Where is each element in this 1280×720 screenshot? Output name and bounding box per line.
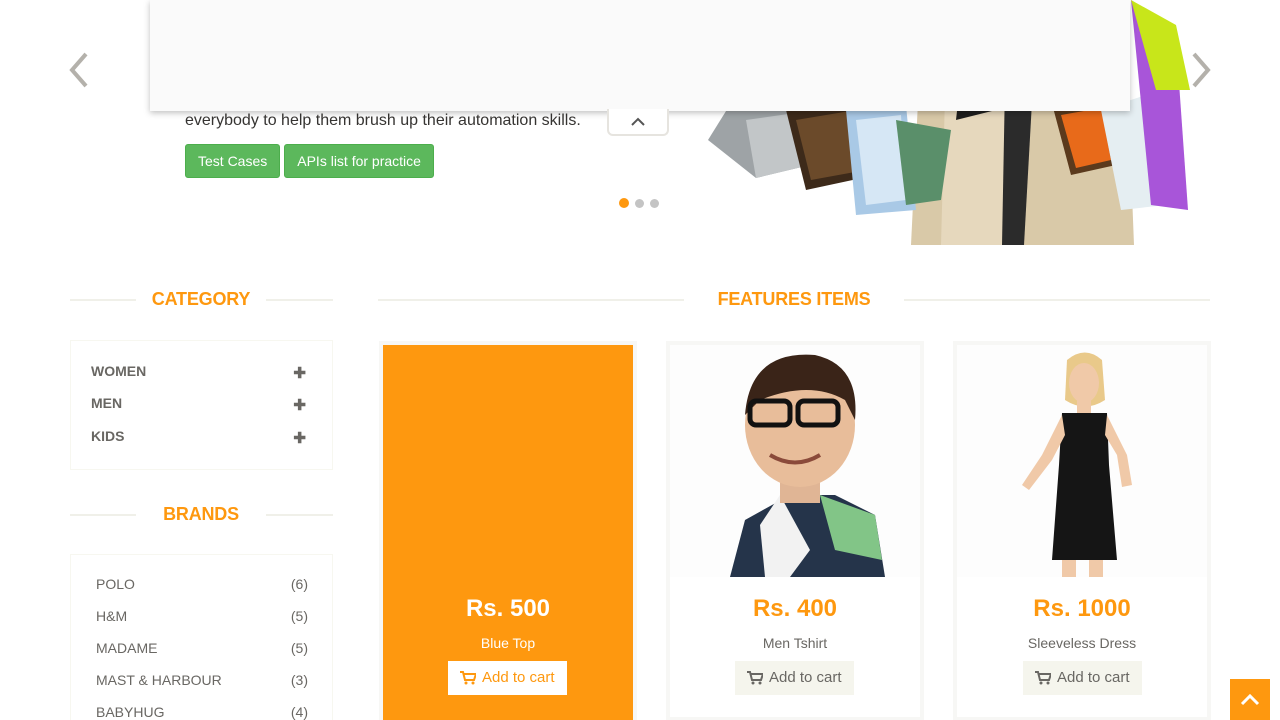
product-price: Rs. 500 bbox=[465, 595, 551, 622]
brands-panel: Polo (6) H&M (5) Madame (5) Mast & Harbo… bbox=[70, 554, 333, 720]
shopping-cart-icon bbox=[747, 671, 763, 685]
slider-indicators bbox=[619, 198, 659, 208]
plus-icon: ✚ bbox=[293, 365, 306, 382]
shopping-cart-icon bbox=[1035, 671, 1051, 685]
add-to-cart-label: Add to cart bbox=[1057, 669, 1130, 686]
scroll-up-button[interactable] bbox=[1230, 679, 1270, 720]
slider-indicator-1[interactable] bbox=[619, 198, 629, 208]
slide-description: everybody to help them brush up their au… bbox=[185, 112, 581, 129]
brands-title: Brands bbox=[163, 504, 239, 524]
product-image bbox=[957, 345, 1207, 577]
product-card[interactable]: Rs. 400 Men Tshirt Add to cart bbox=[666, 341, 924, 720]
category-panel: Women ✚ Men ✚ Kids ✚ bbox=[70, 340, 333, 470]
features-items-title: Features Items bbox=[717, 289, 871, 309]
brand-item-polo[interactable]: Polo (6) bbox=[96, 576, 308, 596]
add-to-cart-label: Add to cart bbox=[769, 669, 842, 686]
test-cases-button[interactable]: Test Cases bbox=[185, 144, 281, 178]
category-item-kids[interactable]: Kids ✚ bbox=[91, 428, 311, 448]
brand-item-hm[interactable]: H&M (5) bbox=[96, 608, 308, 628]
product-price: Rs. 400 bbox=[752, 595, 838, 622]
collapse-panel-button[interactable] bbox=[607, 109, 669, 136]
category-label: Kids bbox=[91, 428, 125, 444]
chevron-left-icon bbox=[69, 52, 88, 88]
brand-name: Madame bbox=[96, 640, 158, 656]
product-image bbox=[670, 345, 920, 577]
add-to-cart-button[interactable]: Add to cart bbox=[735, 661, 854, 695]
title-line bbox=[904, 299, 1210, 301]
title-line bbox=[266, 514, 333, 516]
category-label: Men bbox=[91, 395, 123, 411]
product-price: Rs. 1000 bbox=[1033, 595, 1131, 622]
brand-item-mast-harbour[interactable]: Mast & Harbour (3) bbox=[96, 672, 308, 692]
product-name: Men Tshirt bbox=[762, 635, 828, 651]
title-line bbox=[378, 299, 684, 301]
shopping-cart-icon bbox=[460, 671, 476, 685]
brand-count: (5) bbox=[290, 608, 308, 624]
category-item-men[interactable]: Men ✚ bbox=[91, 395, 311, 415]
brand-count: (4) bbox=[290, 704, 308, 720]
chevron-right-icon bbox=[1192, 52, 1211, 88]
brand-count: (3) bbox=[290, 672, 308, 688]
plus-icon: ✚ bbox=[293, 397, 306, 414]
plus-icon: ✚ bbox=[293, 430, 306, 447]
chevron-up-icon bbox=[631, 117, 645, 126]
title-line bbox=[70, 299, 136, 301]
add-to-cart-button[interactable]: Add to cart bbox=[1023, 661, 1142, 695]
overlay-panel bbox=[150, 0, 1130, 111]
apis-list-button[interactable]: APIs list for practice bbox=[284, 144, 434, 178]
slide-buttons: Test Cases APIs list for practice bbox=[185, 144, 434, 178]
product-card[interactable]: Rs. 500 Blue Top Add to cart bbox=[379, 341, 637, 720]
product-card[interactable]: Rs. 1000 Sleeveless Dress Add to cart bbox=[953, 341, 1211, 720]
slider-next-arrow[interactable] bbox=[1184, 48, 1214, 92]
category-title: Category bbox=[151, 289, 251, 309]
brand-item-madame[interactable]: Madame (5) bbox=[96, 640, 308, 660]
title-line bbox=[70, 514, 136, 516]
chevron-up-icon bbox=[1240, 693, 1260, 705]
brand-count: (6) bbox=[290, 576, 308, 592]
slider-indicator-2[interactable] bbox=[635, 199, 644, 208]
add-to-cart-button[interactable]: Add to cart bbox=[448, 661, 567, 695]
title-line bbox=[266, 299, 333, 301]
product-name: Blue Top bbox=[480, 635, 536, 651]
category-item-women[interactable]: Women ✚ bbox=[91, 363, 311, 383]
add-to-cart-label: Add to cart bbox=[482, 669, 555, 686]
brand-name: Babyhug bbox=[96, 704, 165, 720]
brand-name: H&M bbox=[96, 608, 128, 624]
brand-item-babyhug[interactable]: Babyhug (4) bbox=[96, 704, 308, 720]
category-label: Women bbox=[91, 363, 147, 379]
brand-name: Polo bbox=[96, 576, 135, 592]
product-name: Sleeveless Dress bbox=[1027, 635, 1137, 651]
slider-prev-arrow[interactable] bbox=[66, 48, 96, 92]
brand-name: Mast & Harbour bbox=[96, 672, 222, 688]
brand-count: (5) bbox=[290, 640, 308, 656]
slider-indicator-3[interactable] bbox=[650, 199, 659, 208]
